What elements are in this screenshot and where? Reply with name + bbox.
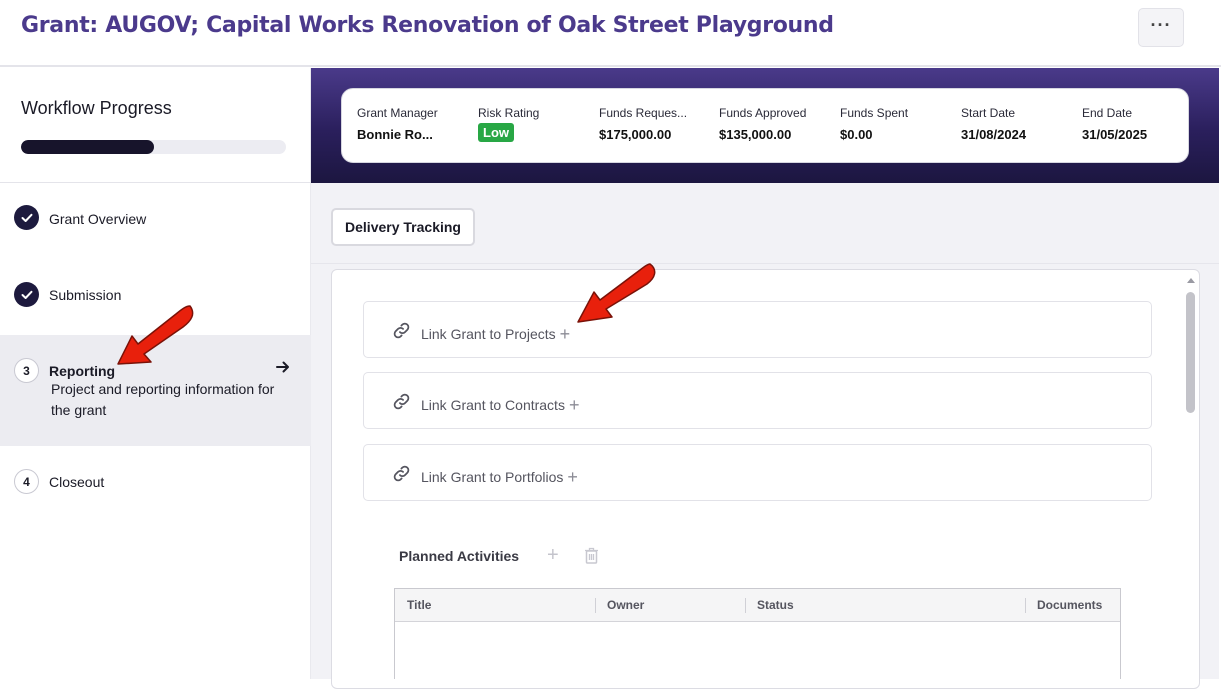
grant-summary-banner: Grant Manager Bonnie Ro... Risk Rating L… — [311, 68, 1219, 183]
link-grant-to-projects-button[interactable]: Link Grant to Projects + — [363, 301, 1152, 358]
funds-spent-field: Funds Spent $0.00 — [840, 106, 950, 142]
link-grant-to-portfolios-button[interactable]: Link Grant to Portfolios + — [363, 444, 1152, 501]
step-label: Submission — [49, 287, 122, 303]
field-label: Risk Rating — [478, 106, 540, 120]
end-date-field: End Date 31/05/2025 — [1082, 106, 1192, 142]
funds-spent-value: $0.00 — [840, 127, 873, 142]
workflow-progress-fill — [21, 140, 154, 154]
column-header-owner[interactable]: Owner — [607, 598, 644, 612]
link-label: Link Grant to Projects — [421, 326, 556, 342]
sidebar-step-reporting[interactable]: 3 Reporting Project and reporting inform… — [0, 335, 311, 446]
column-header-title[interactable]: Title — [407, 598, 431, 612]
step-number-badge: 4 — [14, 469, 39, 494]
step-number-badge: 3 — [14, 358, 39, 383]
field-label: Start Date — [961, 106, 1016, 120]
step-label: Grant Overview — [49, 211, 147, 227]
link-icon — [392, 464, 411, 488]
check-icon — [14, 282, 39, 307]
column-header-documents[interactable]: Documents — [1037, 598, 1102, 612]
end-date-value: 31/05/2025 — [1082, 127, 1148, 142]
grant-manager-value: Bonnie Ro... — [357, 127, 433, 142]
planned-activities-title: Planned Activities — [399, 548, 520, 564]
panel-scrollbar-thumb[interactable] — [1186, 292, 1195, 413]
plus-icon: + — [559, 324, 571, 344]
workflow-sidebar: Workflow Progress Grant Overview Submiss… — [0, 68, 311, 679]
link-label: Link Grant to Contracts — [421, 397, 565, 413]
column-separator[interactable] — [595, 598, 596, 613]
scroll-up-arrow[interactable] — [1187, 278, 1195, 283]
column-header-status[interactable]: Status — [757, 598, 794, 612]
delete-activity-trash-icon[interactable] — [584, 547, 599, 569]
funds-approved-field: Funds Approved $135,000.00 — [719, 106, 829, 142]
more-options-button[interactable]: ··· — [1138, 8, 1184, 47]
column-separator[interactable] — [1025, 598, 1026, 613]
plus-icon: + — [567, 467, 578, 487]
field-label: Funds Approved — [719, 106, 807, 120]
link-grant-to-contracts-button[interactable]: Link Grant to Contracts + — [363, 372, 1152, 429]
funds-requested-value: $175,000.00 — [599, 127, 672, 142]
risk-rating-badge: Low — [478, 123, 514, 142]
funds-approved-value: $135,000.00 — [719, 127, 792, 142]
funds-requested-field: Funds Reques... $175,000.00 — [599, 106, 691, 142]
grant-manager-field: Grant Manager Bonnie Ro... — [357, 106, 452, 142]
field-label: Funds Reques... — [599, 106, 688, 120]
planned-activities-table: Title Owner Status Documents — [394, 588, 1121, 679]
grant-summary-card: Grant Manager Bonnie Ro... Risk Rating L… — [341, 88, 1189, 163]
workflow-progress-title: Workflow Progress — [21, 98, 172, 118]
column-separator[interactable] — [745, 598, 746, 613]
link-label: Link Grant to Portfolios — [421, 469, 564, 485]
field-label: Grant Manager — [357, 106, 438, 120]
step-label: Reporting — [49, 363, 116, 379]
add-activity-plus-icon[interactable]: + — [547, 545, 559, 565]
step-description: Project and reporting information for th… — [51, 381, 275, 418]
table-header-row: Title Owner Status Documents — [395, 589, 1120, 622]
arrow-right-icon — [276, 360, 290, 378]
step-label: Closeout — [49, 474, 105, 490]
link-icon — [392, 321, 411, 345]
plus-icon: + — [568, 395, 580, 415]
link-icon — [392, 392, 411, 416]
workflow-progress-bar — [21, 140, 286, 154]
field-label: End Date — [1082, 106, 1133, 120]
start-date-value: 31/08/2024 — [961, 127, 1027, 142]
tab-delivery-tracking[interactable]: Delivery Tracking — [331, 208, 475, 246]
sidebar-step-closeout[interactable]: 4 Closeout — [0, 446, 311, 516]
top-header: Grant: AUGOV; Capital Works Renovation o… — [0, 0, 1221, 67]
ellipsis-icon: ··· — [1150, 14, 1172, 35]
page-title: Grant: AUGOV; Capital Works Renovation o… — [21, 13, 834, 38]
tab-divider — [311, 263, 1219, 264]
field-label: Funds Spent — [840, 106, 909, 120]
risk-rating-field: Risk Rating Low — [478, 106, 588, 142]
sidebar-step-submission[interactable]: Submission — [0, 258, 311, 330]
sidebar-step-grant-overview[interactable]: Grant Overview — [0, 183, 311, 253]
check-icon — [14, 205, 39, 230]
start-date-field: Start Date 31/08/2024 — [961, 106, 1071, 142]
